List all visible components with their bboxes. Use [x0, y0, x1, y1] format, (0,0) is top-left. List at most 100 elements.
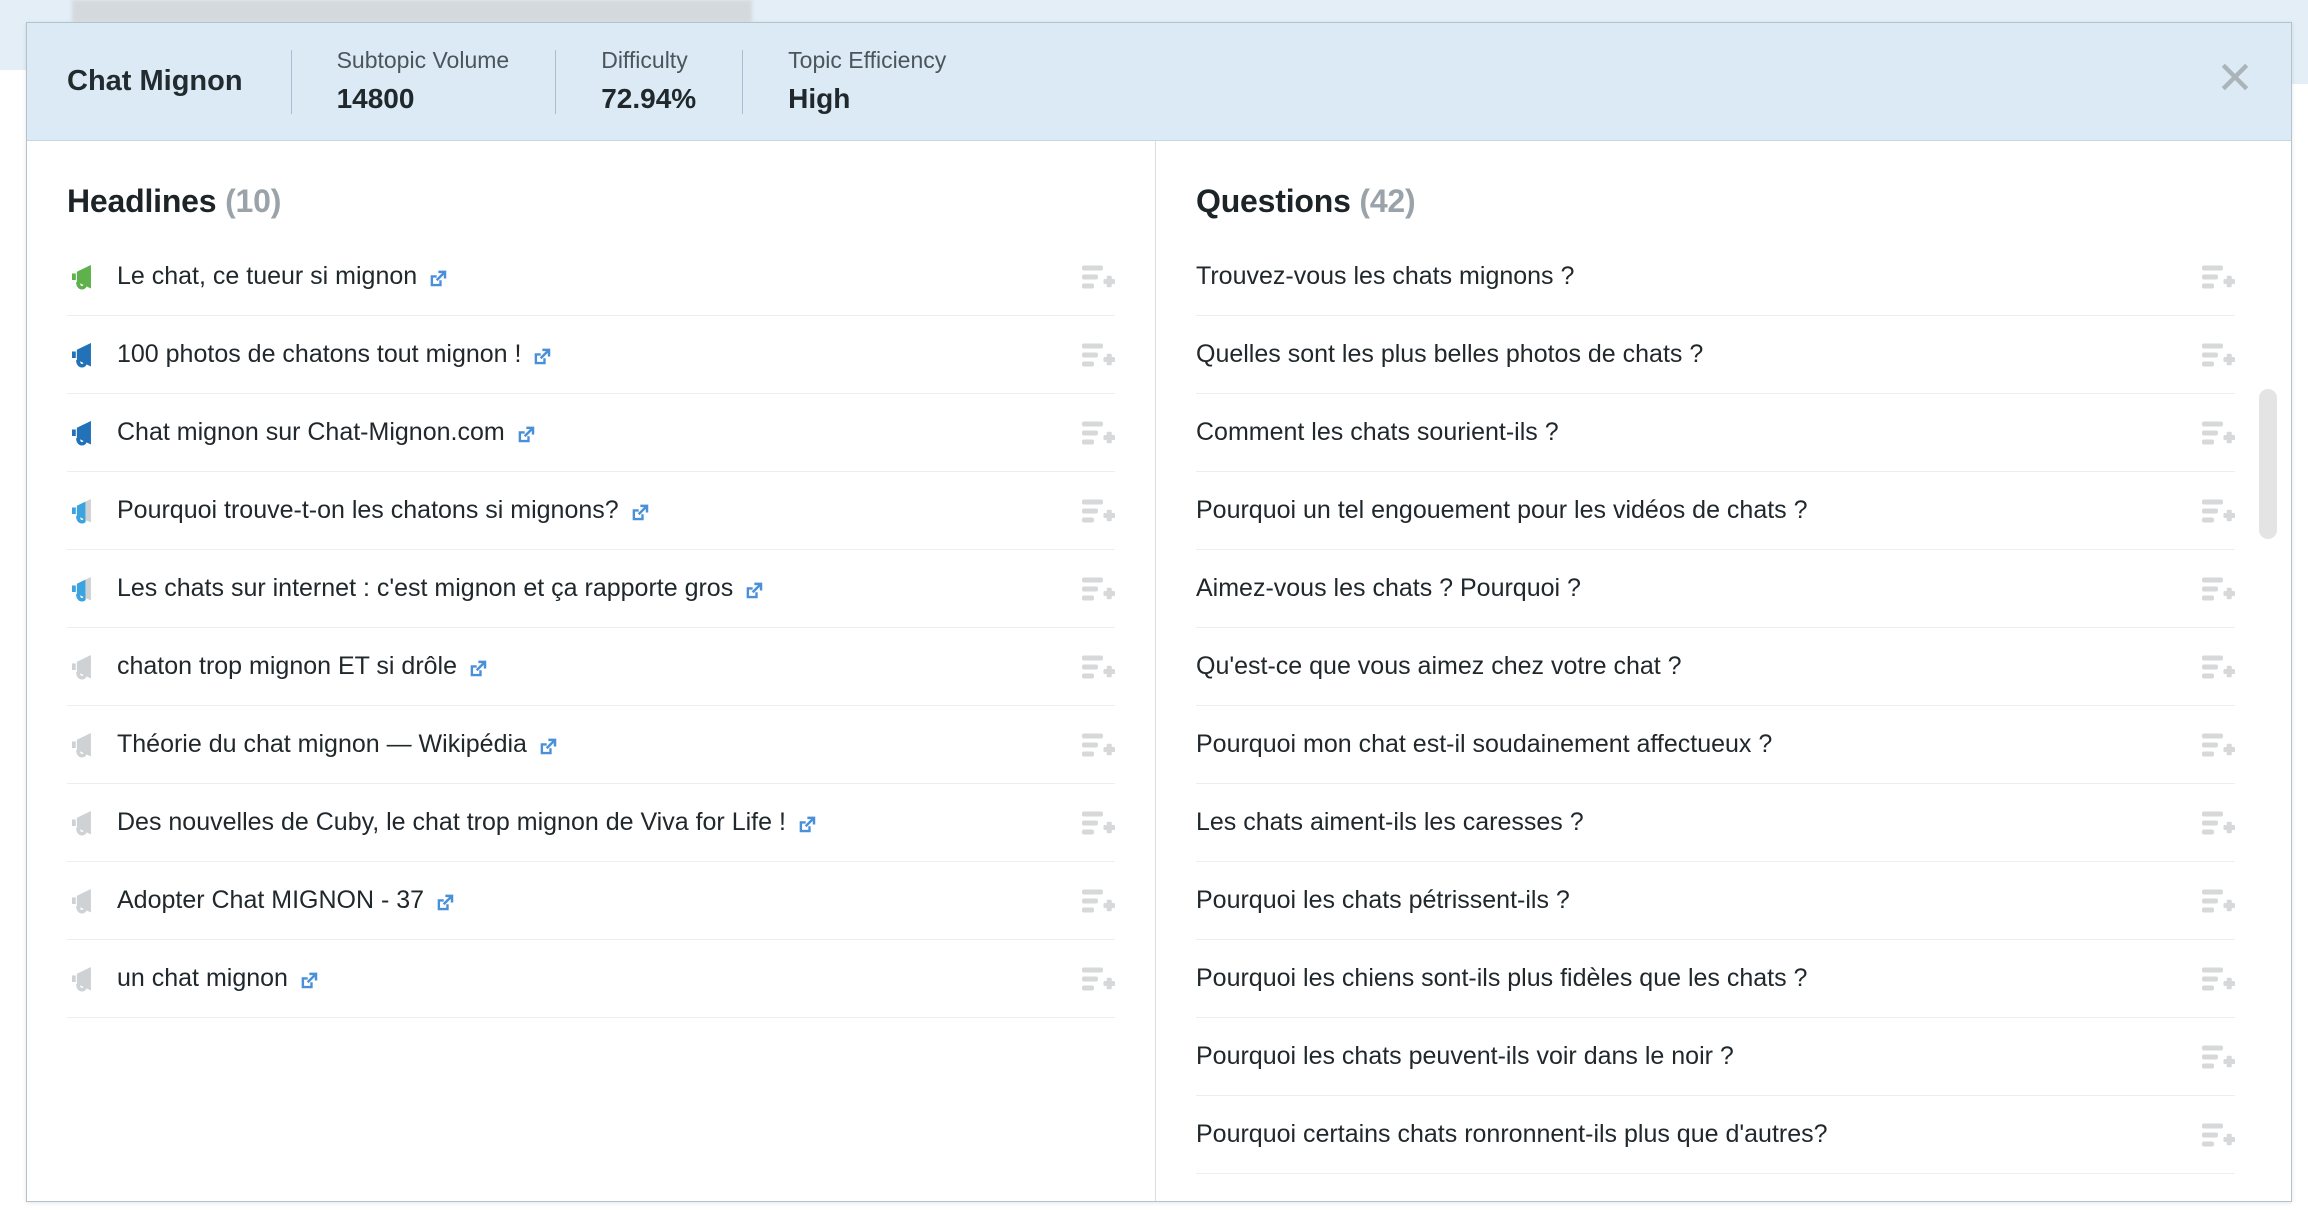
- page-left-gutter: [0, 70, 26, 1210]
- add-to-list-icon[interactable]: [2201, 809, 2235, 837]
- question-row[interactable]: Qu'est-ce que vous aimez chez votre chat…: [1196, 628, 2235, 706]
- page-title: Chat Mignon: [67, 65, 243, 97]
- question-text: Pourquoi les chats pétrissent-ils ?: [1196, 886, 1570, 914]
- metric-topic-efficiency: Topic Efficiency High: [742, 45, 992, 118]
- question-row[interactable]: Trouvez-vous les chats mignons ?: [1196, 238, 2235, 316]
- add-to-list-icon[interactable]: [1081, 419, 1115, 447]
- external-link-icon[interactable]: [515, 423, 537, 445]
- headline-text: chaton trop mignon ET si drôle: [117, 652, 458, 680]
- add-to-list-icon[interactable]: [1081, 809, 1115, 837]
- background-element-strip: [72, 0, 752, 22]
- add-to-list-icon[interactable]: [2201, 1121, 2235, 1149]
- external-link-icon[interactable]: [427, 267, 449, 289]
- external-link-icon[interactable]: [537, 735, 559, 757]
- add-to-list-icon[interactable]: [1081, 653, 1115, 681]
- add-to-list-icon[interactable]: [2201, 575, 2235, 603]
- external-link-icon[interactable]: [434, 891, 456, 913]
- headline-row[interactable]: chaton trop mignon ET si drôle: [67, 628, 1115, 706]
- question-row[interactable]: Pourquoi les chats pétrissent-ils ?: [1196, 862, 2235, 940]
- add-to-list-icon[interactable]: [2201, 497, 2235, 525]
- add-to-list-icon[interactable]: [2201, 341, 2235, 369]
- headlines-section-title: Headlines (10): [67, 141, 1155, 228]
- megaphone-icon: [67, 730, 101, 760]
- headline-row-content: Les chats sur internet : c'est mignon et…: [117, 574, 1061, 603]
- headline-row[interactable]: 100 photos de chatons tout mignon !: [67, 316, 1115, 394]
- close-icon[interactable]: [2215, 57, 2255, 97]
- add-to-list-icon[interactable]: [1081, 263, 1115, 291]
- megaphone-icon: [67, 262, 101, 292]
- megaphone-icon: [67, 652, 101, 682]
- question-text: Trouvez-vous les chats mignons ?: [1196, 262, 1575, 290]
- external-link-icon[interactable]: [531, 345, 553, 367]
- question-text: Aimez-vous les chats ? Pourquoi ?: [1196, 574, 1581, 602]
- headline-text: un chat mignon: [117, 964, 288, 992]
- question-row[interactable]: Comment les chats sourient-ils ?: [1196, 394, 2235, 472]
- add-to-list-icon[interactable]: [2201, 1043, 2235, 1071]
- headline-row[interactable]: Pourquoi trouve-t-on les chatons si mign…: [67, 472, 1115, 550]
- metric-label: Subtopic Volume: [336, 47, 510, 74]
- add-to-list-icon[interactable]: [2201, 653, 2235, 681]
- headlines-title-text: Headlines: [67, 183, 217, 219]
- headlines-list: Le chat, ce tueur si mignon 100 photos de…: [67, 238, 1155, 1018]
- external-link-icon[interactable]: [467, 657, 489, 679]
- questions-scrollbar-thumb[interactable]: [2259, 389, 2277, 539]
- headline-row[interactable]: Théorie du chat mignon — Wikipédia: [67, 706, 1115, 784]
- question-row[interactable]: Aimez-vous les chats ? Pourquoi ?: [1196, 550, 2235, 628]
- headline-text: Adopter Chat MIGNON - 37: [117, 886, 425, 914]
- metric-value: 72.94%: [601, 83, 697, 115]
- headline-row[interactable]: Adopter Chat MIGNON - 37: [67, 862, 1115, 940]
- question-text: Comment les chats sourient-ils ?: [1196, 418, 1559, 446]
- external-link-icon[interactable]: [743, 579, 765, 601]
- megaphone-icon: [67, 418, 101, 448]
- add-to-list-icon[interactable]: [1081, 575, 1115, 603]
- headline-text: Théorie du chat mignon — Wikipédia: [117, 730, 527, 758]
- question-row[interactable]: Les chats aiment-ils les caresses ?: [1196, 784, 2235, 862]
- add-to-list-icon[interactable]: [2201, 419, 2235, 447]
- headline-row[interactable]: un chat mignon: [67, 940, 1115, 1018]
- headline-text: 100 photos de chatons tout mignon !: [117, 340, 522, 368]
- headline-row-content: Pourquoi trouve-t-on les chatons si mign…: [117, 496, 1061, 525]
- question-text: Pourquoi les chats peuvent-ils voir dans…: [1196, 1042, 1734, 1070]
- headline-text: Le chat, ce tueur si mignon: [117, 262, 418, 290]
- headline-row-content: chaton trop mignon ET si drôle: [117, 652, 1061, 681]
- megaphone-icon: [67, 496, 101, 526]
- metric-value: High: [788, 83, 851, 115]
- add-to-list-icon[interactable]: [2201, 887, 2235, 915]
- metric-difficulty: Difficulty 72.94%: [555, 45, 742, 118]
- headline-row[interactable]: Des nouvelles de Cuby, le chat trop mign…: [67, 784, 1115, 862]
- metric-subtopic-volume: Subtopic Volume 14800: [291, 45, 556, 118]
- question-row[interactable]: Pourquoi les chiens sont-ils plus fidèle…: [1196, 940, 2235, 1018]
- headline-text: Chat mignon sur Chat-Mignon.com: [117, 418, 505, 446]
- add-to-list-icon[interactable]: [1081, 965, 1115, 993]
- question-row[interactable]: Pourquoi un tel engouement pour les vidé…: [1196, 472, 2235, 550]
- question-row[interactable]: Pourquoi certains chats ronronnent-ils p…: [1196, 1096, 2235, 1174]
- add-to-list-icon[interactable]: [1081, 731, 1115, 759]
- add-to-list-icon[interactable]: [1081, 887, 1115, 915]
- megaphone-icon: [67, 340, 101, 370]
- external-link-icon[interactable]: [796, 813, 818, 835]
- questions-section-title: Questions (42): [1196, 141, 2291, 228]
- question-text: Pourquoi les chiens sont-ils plus fidèle…: [1196, 964, 1808, 992]
- questions-title-text: Questions: [1196, 183, 1351, 219]
- external-link-icon[interactable]: [298, 969, 320, 991]
- headline-row[interactable]: Le chat, ce tueur si mignon: [67, 238, 1115, 316]
- questions-scrollbar[interactable]: [2259, 311, 2277, 1193]
- headline-row-content: un chat mignon: [117, 964, 1061, 993]
- add-to-list-icon[interactable]: [1081, 497, 1115, 525]
- question-row[interactable]: Quelles sont les plus belles photos de c…: [1196, 316, 2235, 394]
- external-link-icon[interactable]: [629, 501, 651, 523]
- modal-body: Headlines (10) Le chat, ce tueur si mign…: [27, 141, 2291, 1201]
- add-to-list-icon[interactable]: [1081, 341, 1115, 369]
- question-text: Quelles sont les plus belles photos de c…: [1196, 340, 1704, 368]
- headline-row[interactable]: Les chats sur internet : c'est mignon et…: [67, 550, 1115, 628]
- add-to-list-icon[interactable]: [2201, 731, 2235, 759]
- headlines-count: (10): [225, 183, 282, 219]
- question-text: Pourquoi certains chats ronronnent-ils p…: [1196, 1120, 1828, 1148]
- headline-row[interactable]: Chat mignon sur Chat-Mignon.com: [67, 394, 1115, 472]
- question-row[interactable]: Pourquoi les chats peuvent-ils voir dans…: [1196, 1018, 2235, 1096]
- question-row[interactable]: Pourquoi mon chat est-il soudainement af…: [1196, 706, 2235, 784]
- add-to-list-icon[interactable]: [2201, 965, 2235, 993]
- headline-row-content: Des nouvelles de Cuby, le chat trop mign…: [117, 808, 1061, 837]
- megaphone-icon: [67, 808, 101, 838]
- add-to-list-icon[interactable]: [2201, 263, 2235, 291]
